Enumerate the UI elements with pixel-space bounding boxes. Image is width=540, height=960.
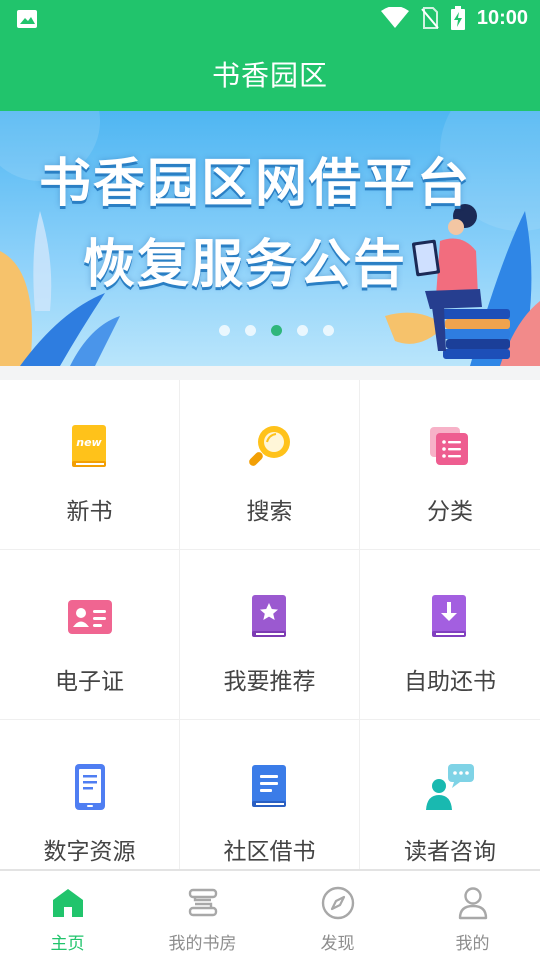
tab-home[interactable]: 主页 [0,871,135,960]
tab-label: 我的书房 [168,934,237,954]
tab-label: 发现 [320,934,355,954]
tab-label: 我的 [455,934,490,954]
banner-headline-line2: 恢复服务公告 [82,235,407,295]
menu-item-community-borrow[interactable]: 社区借书 [180,720,360,870]
menu-item-label: 社区借书 [223,839,316,865]
tab-label: 主页 [50,934,85,954]
magnifier-icon [243,420,297,474]
menu-item-reader-consult[interactable]: 读者咨询 [360,720,540,870]
menu-item-self-return[interactable]: 自助还书 [360,550,540,720]
menu-item-label: 新书 [66,499,113,525]
bottom-tab-bar: 主页 我的书房 发现 我的 [0,869,540,960]
profile-icon [455,885,491,921]
star-book-icon [243,590,297,644]
feature-grid: new 新书 搜索 分类 电子证 我要推荐 自助还书 数字资源 社区借书 读者咨… [0,380,540,870]
menu-item-label: 搜索 [246,499,293,525]
menu-item-label: 电子证 [55,669,124,695]
carousel-dot[interactable] [323,325,334,336]
menu-item-label: 读者咨询 [404,839,496,865]
banner-headline-line1: 书香园区网借平台 [38,154,471,214]
menu-item-search[interactable]: 搜索 [180,380,360,550]
blue-book-icon [243,760,297,814]
menu-item-category[interactable]: 分类 [360,380,540,550]
tab-discover[interactable]: 发现 [270,871,405,960]
menu-item-label: 我要推荐 [223,669,316,695]
page-title: 书香园区 [211,59,328,92]
image-icon [17,10,37,28]
return-book-icon [423,590,477,644]
svg-text:new: new [76,436,102,449]
menu-item-new-books[interactable]: new 新书 [0,380,180,550]
no-sim-icon [421,7,439,29]
chat-user-icon [423,760,477,814]
app-bar: 书香园区 [0,37,540,111]
banner-carousel[interactable]: 书香园区网借平台 恢复服务公告 [0,111,540,366]
wifi-icon [380,7,409,28]
id-card-icon [63,590,117,644]
new-book-icon: new [63,420,117,474]
home-icon [50,885,86,921]
menu-item-label: 数字资源 [43,839,136,865]
phone-document-icon [63,760,117,814]
status-bar: 10:00 [0,0,540,37]
tab-my-study[interactable]: 我的书房 [135,871,270,960]
menu-item-digital-resources[interactable]: 数字资源 [0,720,180,870]
category-list-icon [423,420,477,474]
menu-item-label: 分类 [427,499,473,525]
bookshelf-icon [185,885,221,921]
carousel-dot[interactable] [219,325,230,336]
menu-item-recommend[interactable]: 我要推荐 [180,550,360,720]
carousel-indicator [219,325,334,336]
tab-mine[interactable]: 我的 [405,871,540,960]
battery-charging-icon [450,6,465,30]
menu-item-e-card[interactable]: 电子证 [0,550,180,720]
carousel-dot[interactable] [297,325,308,336]
status-time: 10:00 [476,6,528,29]
compass-icon [320,885,356,921]
menu-item-label: 自助还书 [404,669,496,695]
banner-headline: 书香园区网借平台 恢复服务公告 [0,141,540,297]
carousel-dot-active[interactable] [271,325,282,336]
carousel-dot[interactable] [245,325,256,336]
section-divider [0,366,540,380]
